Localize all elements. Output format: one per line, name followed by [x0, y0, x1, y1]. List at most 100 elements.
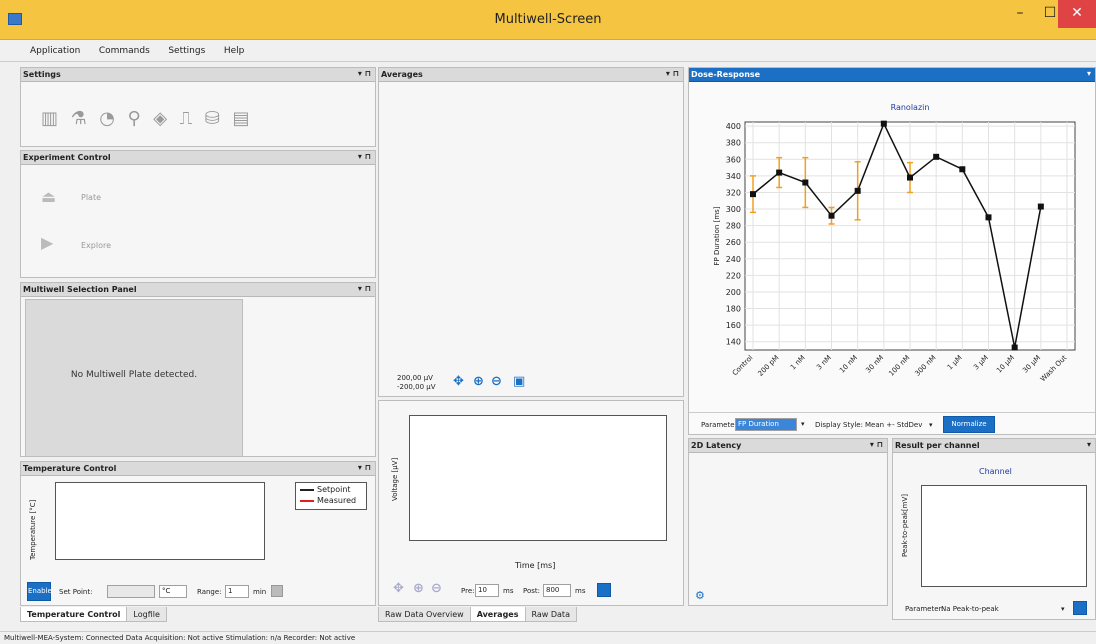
layout-icon[interactable]: ▣ [513, 374, 525, 389]
pan-icon[interactable]: ✥ [453, 374, 464, 389]
tab-temperature-control[interactable]: Temperature Control [20, 607, 128, 622]
play-icon[interactable]: ▶ [41, 233, 53, 252]
pre-input[interactable]: 10 [475, 584, 499, 597]
explore-button[interactable]: Explore [81, 241, 111, 250]
menu-application[interactable]: Application [0, 40, 88, 56]
panel-pin-icon[interactable]: ▾ ⊓ [666, 69, 679, 78]
dose-response-chart: Ranolazin 140 160 180 200 220 240 260 280 300 320 3… [713, 103, 1076, 384]
eraser-icon[interactable]: ◈ [153, 108, 167, 129]
x-tick-label: 1 µM [946, 354, 964, 372]
y-tick-label: 180 [726, 305, 741, 314]
temperature-legend: Setpoint Measured [295, 482, 367, 510]
data-point [959, 166, 966, 173]
gear-icon[interactable]: ⚙ [695, 589, 705, 602]
x-tick-label: 30 µM [1021, 354, 1042, 375]
x-tick-label: 300 nM [913, 354, 937, 378]
tab-raw-data-overview[interactable]: Raw Data Overview [378, 607, 471, 622]
post-input[interactable]: 800 [543, 584, 571, 597]
unit-dropdown[interactable]: °C [159, 585, 187, 598]
result-apply-button[interactable] [1073, 601, 1087, 615]
y-tick-label: 140 [726, 338, 741, 347]
data-point [776, 169, 783, 176]
panel-pin-icon[interactable]: ▾ ⊓ [358, 69, 371, 78]
plate-area[interactable]: No Multiwell Plate detected. [25, 299, 243, 456]
minimize-button[interactable]: – [1004, 0, 1036, 28]
zoom-in-icon[interactable]: ⊕ [413, 581, 424, 596]
result-axis-label: Peak-to-peak[mV] [901, 494, 909, 557]
zoom-out-icon[interactable]: ⊖ [491, 374, 502, 389]
temperature-apply-button[interactable] [271, 585, 283, 597]
eject-icon[interactable]: ⏏ [41, 187, 56, 206]
dose-response-panel-title: Dose-Response [691, 70, 761, 79]
plate-button[interactable]: Plate [81, 193, 101, 202]
raw-apply-button[interactable] [597, 583, 611, 597]
range-input[interactable]: 1 [225, 585, 249, 598]
y-tick-label: 280 [726, 222, 741, 231]
y-tick-label: 220 [726, 271, 741, 280]
range-unit: min [253, 588, 267, 596]
pulse-icon[interactable]: ⎍ [180, 108, 193, 129]
menu-help[interactable]: Help [216, 40, 253, 56]
data-point [1037, 203, 1044, 210]
legend-setpoint: Setpoint [317, 485, 351, 494]
pie-icon[interactable]: ◔ [99, 108, 115, 129]
result-parameter-arrow-icon[interactable]: ▾ [1061, 605, 1065, 613]
display-style-arrow-icon[interactable]: ▾ [929, 421, 933, 429]
enable-button[interactable]: Enable [27, 582, 52, 601]
panel-pin-icon[interactable]: ▾ [1087, 69, 1091, 78]
raw-data-panel: Voltage [µV] Time [ms] ✥ ⊕ ⊖ Pre: 10 ms … [378, 400, 684, 606]
close-button[interactable]: ✕ [1058, 0, 1096, 28]
data-point [985, 214, 992, 221]
tab-logfile[interactable]: Logfile [126, 607, 167, 622]
result-panel-title: Result per channel [895, 441, 980, 450]
x-tick-label: Control [731, 354, 755, 378]
set-point-input[interactable] [107, 585, 155, 598]
latency-panel: 2D Latency ▾ ⊓ ⚙ [688, 438, 888, 606]
panel-pin-icon[interactable]: ▾ ⊓ [358, 152, 371, 161]
post-label: Post: [523, 587, 541, 595]
result-chart [921, 485, 1087, 587]
result-chart-title: Channel [979, 467, 1012, 476]
dose-parameter-dropdown[interactable]: FP Duration [735, 418, 797, 431]
result-parameter-dropdown[interactable]: Na Peak-to-peak [941, 605, 999, 613]
book-icon[interactable]: ▥ [41, 108, 58, 129]
y-tick-label: 160 [726, 321, 741, 330]
display-style-label: Display Style: [815, 421, 863, 429]
y-axis-label: FP Duration [ms] [713, 206, 721, 265]
x-tick-label: 100 nM [887, 354, 911, 378]
database-icon[interactable]: ⛁ [205, 108, 220, 129]
tab-raw-data[interactable]: Raw Data [524, 607, 577, 622]
pan-icon[interactable]: ✥ [393, 581, 404, 596]
panel-pin-icon[interactable]: ▾ ⊓ [358, 284, 371, 293]
y-tick-label: 340 [726, 172, 741, 181]
clipboard-icon[interactable]: ▤ [232, 108, 249, 129]
range-label: Range: [197, 588, 222, 596]
x-tick-label: 3 µM [972, 354, 990, 372]
menu-settings[interactable]: Settings [160, 40, 213, 56]
tab-averages[interactable]: Averages [469, 607, 526, 622]
menu-bar: Application Commands Settings Help [0, 40, 1096, 62]
zoom-icon[interactable]: ⚲ [128, 108, 141, 129]
settings-panel-title: Settings [23, 70, 61, 79]
status-bar: Multiwell-MEA-System: Connected Data Acq… [0, 631, 1096, 644]
normalize-button[interactable]: Normalize [943, 416, 995, 433]
zoom-out-icon[interactable]: ⊖ [431, 581, 442, 596]
title-bar: Multiwell-Screen – ☐ ✕ [0, 0, 1096, 40]
display-style-dropdown[interactable]: Mean +- StdDev [865, 421, 922, 429]
zoom-in-icon[interactable]: ⊕ [473, 374, 484, 389]
experiment-panel-title: Experiment Control [23, 153, 111, 162]
menu-commands[interactable]: Commands [91, 40, 158, 56]
flask-icon[interactable]: ⚗ [71, 108, 87, 129]
y-tick-label: 380 [726, 139, 741, 148]
voltage-axis-label: Voltage [µV] [391, 457, 399, 501]
experiment-control-panel: Experiment Control ▾ ⊓ ⏏ Plate ▶ Explore [20, 150, 376, 278]
x-tick-label: 10 nM [838, 354, 859, 375]
panel-pin-icon[interactable]: ▾ [1087, 440, 1091, 449]
panel-pin-icon[interactable]: ▾ ⊓ [358, 463, 371, 472]
result-per-channel-panel: Result per channel ▾ Channel Peak-to-pea… [892, 438, 1096, 620]
data-point [750, 191, 756, 198]
dose-parameter-arrow-icon[interactable]: ▾ [801, 420, 805, 428]
panel-pin-icon[interactable]: ▾ ⊓ [870, 440, 883, 449]
x-tick-label: Wash Out [1039, 354, 1069, 384]
result-parameter-label: Parameter: [905, 605, 944, 613]
